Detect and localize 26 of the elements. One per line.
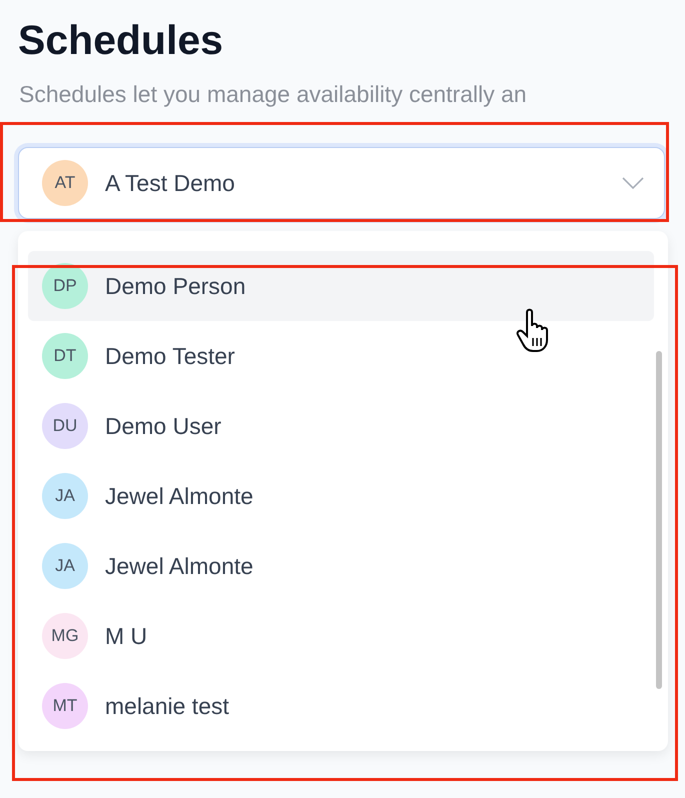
option-name: Demo Tester — [105, 342, 235, 370]
dropdown-option[interactable]: MT melanie test — [28, 671, 654, 741]
dropdown-option[interactable]: MG M U — [28, 601, 654, 671]
avatar: DP — [42, 263, 88, 309]
avatar: AT — [42, 160, 88, 206]
option-name: melanie test — [105, 692, 230, 720]
avatar: MT — [42, 683, 88, 729]
option-name: M U — [105, 622, 148, 650]
page-title: Schedules — [18, 16, 224, 64]
option-name: Jewel Almonte — [105, 552, 254, 580]
chevron-down-icon — [622, 177, 644, 189]
avatar: DT — [42, 333, 88, 379]
dropdown-option[interactable]: DU Demo User — [28, 391, 654, 461]
avatar: DU — [42, 403, 88, 449]
option-name: Jewel Almonte — [105, 482, 254, 510]
avatar: JA — [42, 473, 88, 519]
avatar: JA — [42, 543, 88, 589]
selected-name: A Test Demo — [105, 170, 236, 196]
dropdown-option[interactable]: DT Demo Tester — [28, 321, 654, 391]
avatar: MG — [42, 613, 88, 659]
page-description: Schedules let you manage availability centrally an — [19, 80, 528, 108]
dropdown-option[interactable]: DP Demo Person — [28, 251, 654, 321]
dropdown-option[interactable]: JA Jewel Almonte — [28, 461, 654, 531]
dropdown-option[interactable]: JA Jewel Almonte — [28, 531, 654, 601]
option-name: Demo User — [105, 412, 222, 440]
option-name: Demo Person — [105, 272, 246, 300]
